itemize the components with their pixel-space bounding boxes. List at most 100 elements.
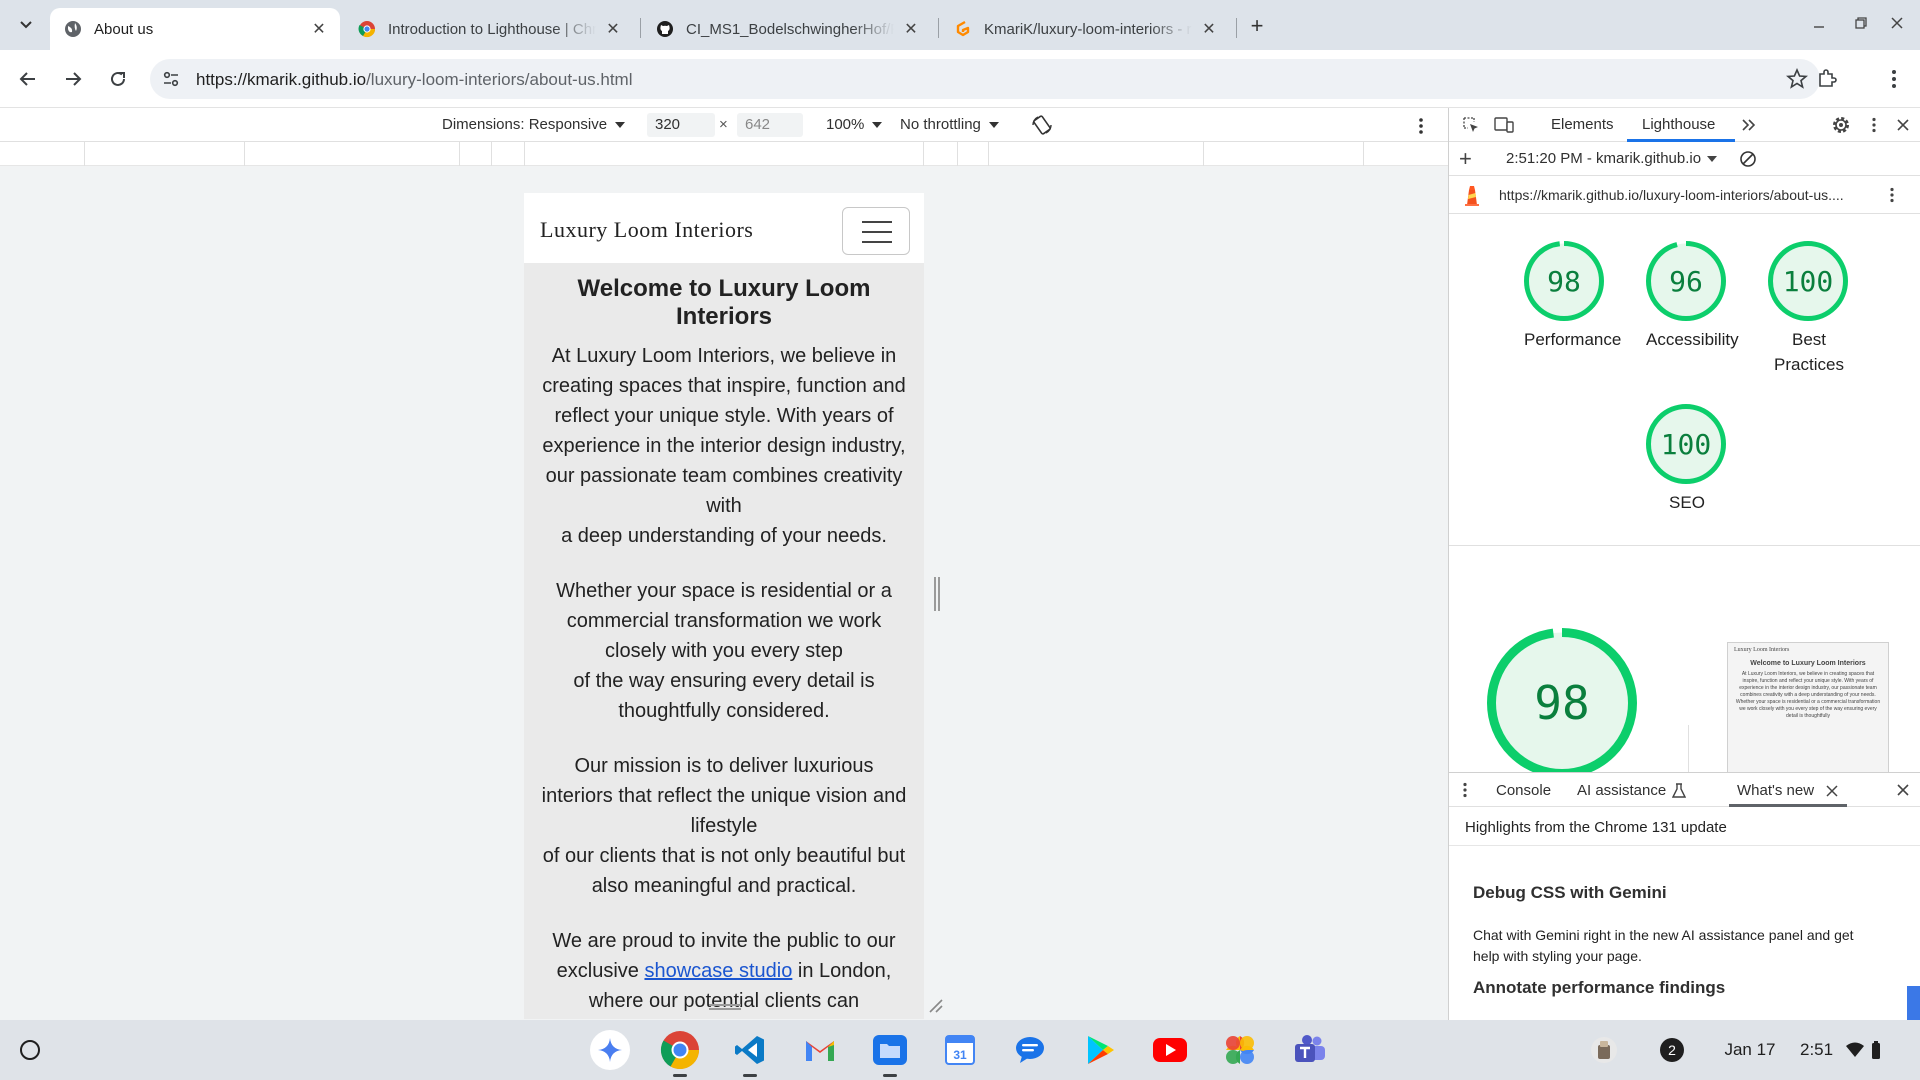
device-more-button[interactable] [1418, 117, 1424, 135]
wifi-icon [1846, 1042, 1865, 1057]
drawer-tab-ai-assistance[interactable]: AI assistance [1577, 782, 1687, 799]
close-icon[interactable]: ✕ [902, 20, 920, 38]
device-toggle-icon[interactable] [1494, 115, 1514, 135]
tab-gitpod[interactable]: KmariK/luxury-loom-interiors - readme ✕ [940, 8, 1230, 50]
teams-app-icon[interactable] [1290, 1030, 1330, 1070]
resize-handle-bottom[interactable] [709, 1004, 741, 1010]
calendar-app-icon[interactable]: 31 [940, 1030, 980, 1070]
gauge-best-practices[interactable]: 100 Best Practices [1768, 241, 1850, 377]
drawer-divider [1449, 845, 1920, 846]
launcher-button[interactable] [20, 1040, 40, 1060]
rotate-button[interactable] [1030, 113, 1054, 137]
close-devtools-icon[interactable] [1893, 115, 1913, 135]
gemini-app-icon[interactable] [590, 1030, 630, 1070]
more-tabs-icon[interactable] [1739, 115, 1759, 135]
kebab-menu-icon[interactable] [1889, 187, 1895, 203]
restore-button[interactable] [1846, 10, 1876, 36]
report-url[interactable]: https://kmarik.github.io/luxury-loom-int… [1499, 187, 1844, 203]
gauge-score: 98 [1547, 264, 1581, 298]
throttling-dropdown[interactable]: No throttling [900, 116, 999, 133]
battery-icon [1872, 1041, 1881, 1059]
width-input[interactable]: 320 [647, 113, 715, 137]
clear-reports-icon[interactable] [1739, 150, 1757, 168]
kebab-menu-icon [1419, 118, 1423, 134]
height-input[interactable]: 642 [737, 113, 803, 137]
close-drawer-icon[interactable] [1896, 783, 1910, 797]
tab-lighthouse[interactable]: Lighthouse [1642, 116, 1715, 133]
drawer-menu-icon[interactable] [1462, 782, 1468, 798]
tab-github-readme[interactable]: CI_MS1_BodelschwingherHof/README.md ✕ [642, 8, 932, 50]
play-store-app-icon[interactable] [1080, 1030, 1120, 1070]
big-gauge-score: 98 [1534, 676, 1590, 730]
zoom-dropdown[interactable]: 100% [826, 116, 883, 133]
close-icon[interactable]: ✕ [1200, 20, 1218, 38]
files-app-icon[interactable] [870, 1030, 910, 1070]
gauge-performance[interactable]: 98 Performance [1524, 241, 1621, 352]
date-tray[interactable]: Jan 17 [1710, 1030, 1790, 1070]
star-bookmark-icon[interactable] [1786, 68, 1808, 90]
new-report-icon[interactable]: + [1459, 148, 1472, 170]
devtools-menu-icon[interactable] [1864, 115, 1884, 135]
gauge-label: Best Practices [1774, 330, 1844, 374]
photos-app-icon[interactable] [1220, 1030, 1260, 1070]
close-icon[interactable]: ✕ [604, 20, 622, 38]
close-icon[interactable] [1826, 784, 1838, 797]
whats-new-image [1907, 986, 1920, 1021]
emulated-viewport: Luxury Loom Interiors Welcome to Luxury … [0, 166, 1448, 1020]
lighthouse-logo-icon [1465, 186, 1479, 206]
svg-text:31: 31 [953, 1048, 967, 1062]
about-paragraph-4: We are proud to invite the public to our… [552, 930, 896, 1012]
tab-about-us[interactable]: About us ✕ [50, 8, 340, 50]
settings-gear-icon[interactable] [1831, 115, 1851, 135]
notification-badge[interactable]: 2 [1656, 1030, 1688, 1070]
drawer-tab-console[interactable]: Console [1496, 782, 1551, 799]
gauge-score: 100 [1660, 427, 1712, 461]
vscode-app-icon[interactable] [730, 1030, 770, 1070]
gmail-app-icon[interactable] [800, 1030, 840, 1070]
chrome-app-icon[interactable] [660, 1030, 700, 1070]
whats-new-heading-1[interactable]: Debug CSS with Gemini [1473, 883, 1667, 903]
reload-button[interactable] [103, 64, 133, 94]
back-button[interactable] [13, 64, 43, 94]
menu-button[interactable] [1879, 64, 1909, 94]
site-brand[interactable]: Luxury Loom Interiors [540, 217, 753, 243]
site-info-icon[interactable] [160, 68, 182, 90]
resize-handle-right[interactable] [934, 577, 940, 611]
url-text: https://kmarik.github.io/luxury-loom-int… [196, 70, 633, 89]
gauge-seo[interactable]: 100 SEO [1646, 404, 1728, 515]
dimensions-dropdown[interactable]: Dimensions: Responsive [442, 116, 626, 133]
new-tab-button[interactable]: + [1244, 13, 1270, 39]
resize-corner-icon[interactable] [928, 998, 944, 1014]
media-query-ruler [0, 142, 1448, 166]
close-icon[interactable]: ✕ [310, 20, 328, 38]
tab-search-button[interactable] [12, 12, 40, 38]
about-paragraph-2: Whether your space is residential or a c… [556, 580, 892, 722]
active-drawer-tab-underline [1729, 804, 1847, 807]
gauge-accessibility[interactable]: 96 Accessibility [1646, 241, 1739, 352]
about-paragraph-1: At Luxury Loom Interiors, we believe in … [542, 345, 906, 547]
forward-button[interactable] [58, 64, 88, 94]
site-navbar: Luxury Loom Interiors [524, 193, 924, 263]
user-avatar[interactable] [1588, 1030, 1620, 1070]
youtube-app-icon[interactable] [1150, 1030, 1190, 1070]
screenshot-thumbnail[interactable]: Luxury Loom Interiors Welcome to Luxury … [1727, 642, 1889, 782]
extensions-button[interactable] [1812, 64, 1842, 94]
status-tray[interactable]: 2:51 [1800, 1030, 1910, 1070]
report-url-bar: https://kmarik.github.io/luxury-loom-int… [1449, 176, 1920, 214]
messages-app-icon[interactable] [1010, 1030, 1050, 1070]
inspect-element-icon[interactable] [1461, 115, 1481, 135]
gauge-score: 96 [1669, 264, 1703, 298]
address-bar[interactable]: https://kmarik.github.io/luxury-loom-int… [150, 59, 1820, 99]
tab-lighthouse-intro[interactable]: Introduction to Lighthouse | Chrome for … [344, 8, 634, 50]
close-window-button[interactable] [1882, 10, 1912, 36]
page-heading: Welcome to Luxury Loom Interiors [577, 275, 871, 330]
chevron-down-icon [20, 21, 32, 29]
report-selector[interactable]: 2:51:20 PM - kmarik.github.io [1506, 150, 1718, 167]
minimize-button[interactable] [1804, 10, 1834, 36]
whats-new-heading-2[interactable]: Annotate performance findings [1473, 978, 1725, 998]
rotate-icon [1032, 115, 1052, 135]
tab-elements[interactable]: Elements [1551, 116, 1614, 133]
hamburger-menu-button[interactable] [842, 207, 910, 255]
drawer-tab-whats-new[interactable]: What's new [1737, 782, 1838, 799]
showcase-studio-link[interactable]: showcase studio [644, 960, 792, 982]
